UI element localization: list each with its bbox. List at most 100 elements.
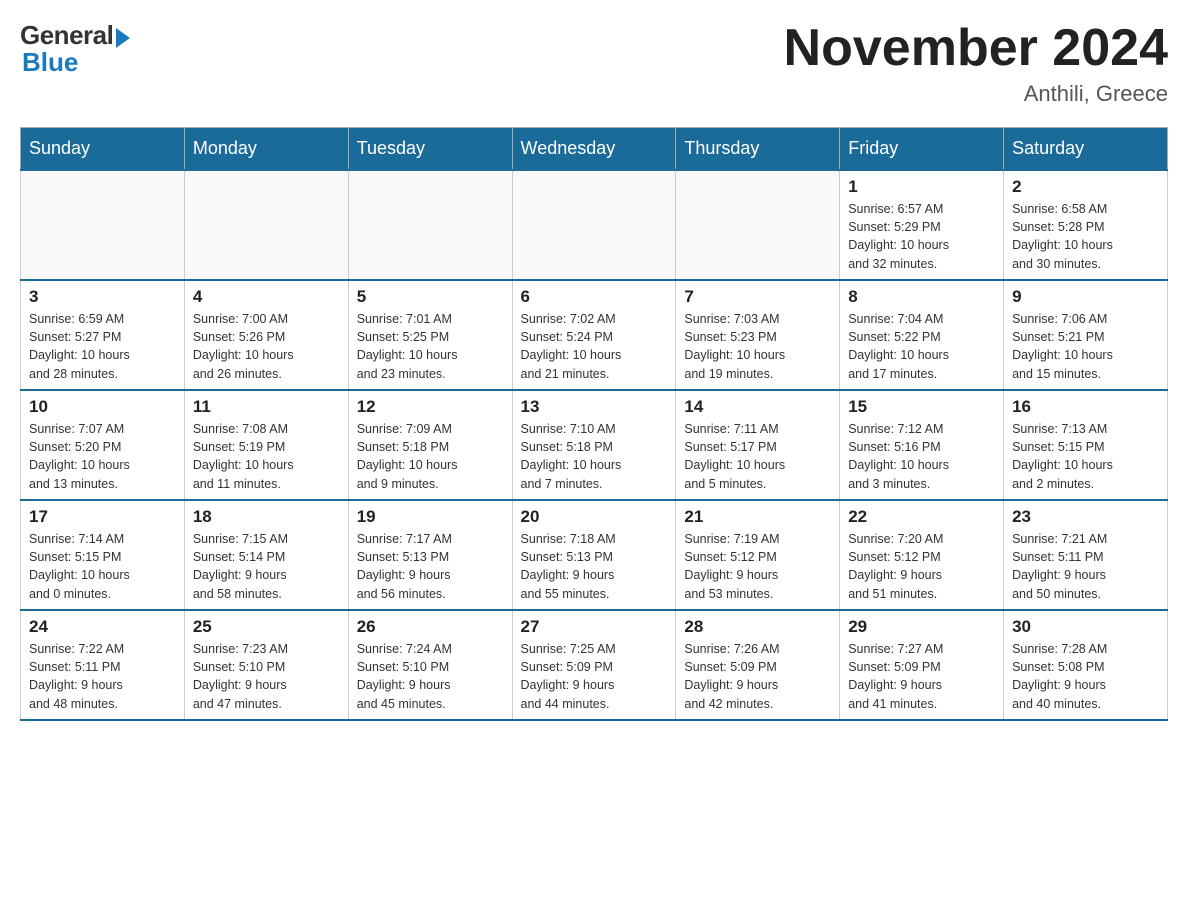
- calendar-cell: [676, 170, 840, 280]
- calendar-cell: 25 Sunrise: 7:23 AM Sunset: 5:10 PM Dayli…: [184, 610, 348, 720]
- day-number: 12: [357, 397, 504, 417]
- calendar-cell: 14 Sunrise: 7:11 AM Sunset: 5:17 PM Dayli…: [676, 390, 840, 500]
- day-number: 8: [848, 287, 995, 307]
- calendar-table: SundayMondayTuesdayWednesdayThursdayFrid…: [20, 127, 1168, 721]
- calendar-header-monday: Monday: [184, 128, 348, 171]
- day-info: Sunrise: 7:26 AM Sunset: 5:09 PM Dayligh…: [684, 640, 831, 713]
- calendar-header-wednesday: Wednesday: [512, 128, 676, 171]
- day-info: Sunrise: 7:23 AM Sunset: 5:10 PM Dayligh…: [193, 640, 340, 713]
- day-info: Sunrise: 7:13 AM Sunset: 5:15 PM Dayligh…: [1012, 420, 1159, 493]
- day-info: Sunrise: 7:08 AM Sunset: 5:19 PM Dayligh…: [193, 420, 340, 493]
- day-number: 20: [521, 507, 668, 527]
- calendar-header-thursday: Thursday: [676, 128, 840, 171]
- calendar-title: November 2024: [784, 20, 1168, 77]
- day-info: Sunrise: 7:03 AM Sunset: 5:23 PM Dayligh…: [684, 310, 831, 383]
- day-info: Sunrise: 6:58 AM Sunset: 5:28 PM Dayligh…: [1012, 200, 1159, 273]
- day-number: 13: [521, 397, 668, 417]
- calendar-cell: 20 Sunrise: 7:18 AM Sunset: 5:13 PM Dayli…: [512, 500, 676, 610]
- calendar-cell: 30Sunrise: 7:28 AM Sunset: 5:08 PM Dayli…: [1004, 610, 1168, 720]
- calendar-week-row-4: 17Sunrise: 7:14 AM Sunset: 5:15 PM Dayli…: [21, 500, 1168, 610]
- calendar-cell: 1 Sunrise: 6:57 AM Sunset: 5:29 PM Daylig…: [840, 170, 1004, 280]
- day-number: 5: [357, 287, 504, 307]
- calendar-cell: 17Sunrise: 7:14 AM Sunset: 5:15 PM Dayli…: [21, 500, 185, 610]
- day-info: Sunrise: 7:09 AM Sunset: 5:18 PM Dayligh…: [357, 420, 504, 493]
- day-info: Sunrise: 7:00 AM Sunset: 5:26 PM Dayligh…: [193, 310, 340, 383]
- logo-arrow-icon: [116, 28, 130, 48]
- day-info: Sunrise: 7:01 AM Sunset: 5:25 PM Dayligh…: [357, 310, 504, 383]
- day-number: 18: [193, 507, 340, 527]
- day-info: Sunrise: 7:06 AM Sunset: 5:21 PM Dayligh…: [1012, 310, 1159, 383]
- calendar-cell: 26Sunrise: 7:24 AM Sunset: 5:10 PM Dayli…: [348, 610, 512, 720]
- calendar-cell: 29 Sunrise: 7:27 AM Sunset: 5:09 PM Dayli…: [840, 610, 1004, 720]
- day-info: Sunrise: 7:20 AM Sunset: 5:12 PM Dayligh…: [848, 530, 995, 603]
- day-number: 15: [848, 397, 995, 417]
- day-info: Sunrise: 7:07 AM Sunset: 5:20 PM Dayligh…: [29, 420, 176, 493]
- calendar-cell: 13Sunrise: 7:10 AM Sunset: 5:18 PM Dayli…: [512, 390, 676, 500]
- day-number: 28: [684, 617, 831, 637]
- day-number: 9: [1012, 287, 1159, 307]
- day-number: 23: [1012, 507, 1159, 527]
- calendar-cell: 7 Sunrise: 7:03 AM Sunset: 5:23 PM Daylig…: [676, 280, 840, 390]
- day-number: 19: [357, 507, 504, 527]
- calendar-cell: 11 Sunrise: 7:08 AM Sunset: 5:19 PM Dayli…: [184, 390, 348, 500]
- day-number: 4: [193, 287, 340, 307]
- day-info: Sunrise: 7:28 AM Sunset: 5:08 PM Dayligh…: [1012, 640, 1159, 713]
- calendar-cell: 8 Sunrise: 7:04 AM Sunset: 5:22 PM Daylig…: [840, 280, 1004, 390]
- calendar-cell: [348, 170, 512, 280]
- day-number: 7: [684, 287, 831, 307]
- day-info: Sunrise: 6:57 AM Sunset: 5:29 PM Dayligh…: [848, 200, 995, 273]
- day-number: 2: [1012, 177, 1159, 197]
- calendar-cell: 6Sunrise: 7:02 AM Sunset: 5:24 PM Daylig…: [512, 280, 676, 390]
- calendar-header-saturday: Saturday: [1004, 128, 1168, 171]
- calendar-week-row-3: 10Sunrise: 7:07 AM Sunset: 5:20 PM Dayli…: [21, 390, 1168, 500]
- day-number: 22: [848, 507, 995, 527]
- calendar-header-friday: Friday: [840, 128, 1004, 171]
- day-info: Sunrise: 7:18 AM Sunset: 5:13 PM Dayligh…: [521, 530, 668, 603]
- header: General Blue November 2024 Anthili, Gree…: [20, 20, 1168, 107]
- day-info: Sunrise: 7:17 AM Sunset: 5:13 PM Dayligh…: [357, 530, 504, 603]
- day-number: 29: [848, 617, 995, 637]
- day-info: Sunrise: 7:04 AM Sunset: 5:22 PM Dayligh…: [848, 310, 995, 383]
- calendar-week-row-1: 1 Sunrise: 6:57 AM Sunset: 5:29 PM Daylig…: [21, 170, 1168, 280]
- calendar-cell: 22 Sunrise: 7:20 AM Sunset: 5:12 PM Dayli…: [840, 500, 1004, 610]
- day-number: 3: [29, 287, 176, 307]
- calendar-cell: 16 Sunrise: 7:13 AM Sunset: 5:15 PM Dayli…: [1004, 390, 1168, 500]
- day-number: 14: [684, 397, 831, 417]
- day-info: Sunrise: 7:12 AM Sunset: 5:16 PM Dayligh…: [848, 420, 995, 493]
- day-info: Sunrise: 7:15 AM Sunset: 5:14 PM Dayligh…: [193, 530, 340, 603]
- calendar-cell: 12 Sunrise: 7:09 AM Sunset: 5:18 PM Dayli…: [348, 390, 512, 500]
- day-number: 17: [29, 507, 176, 527]
- logo: General Blue: [20, 20, 130, 78]
- calendar-cell: 28 Sunrise: 7:26 AM Sunset: 5:09 PM Dayli…: [676, 610, 840, 720]
- calendar-header-row: SundayMondayTuesdayWednesdayThursdayFrid…: [21, 128, 1168, 171]
- calendar-cell: [21, 170, 185, 280]
- calendar-cell: [512, 170, 676, 280]
- day-number: 1: [848, 177, 995, 197]
- day-info: Sunrise: 7:02 AM Sunset: 5:24 PM Dayligh…: [521, 310, 668, 383]
- calendar-cell: 27 Sunrise: 7:25 AM Sunset: 5:09 PM Dayli…: [512, 610, 676, 720]
- calendar-week-row-5: 24Sunrise: 7:22 AM Sunset: 5:11 PM Dayli…: [21, 610, 1168, 720]
- day-number: 16: [1012, 397, 1159, 417]
- calendar-cell: 23 Sunrise: 7:21 AM Sunset: 5:11 PM Dayli…: [1004, 500, 1168, 610]
- day-number: 27: [521, 617, 668, 637]
- calendar-week-row-2: 3 Sunrise: 6:59 AM Sunset: 5:27 PM Daylig…: [21, 280, 1168, 390]
- calendar-cell: [184, 170, 348, 280]
- day-info: Sunrise: 6:59 AM Sunset: 5:27 PM Dayligh…: [29, 310, 176, 383]
- calendar-cell: 10Sunrise: 7:07 AM Sunset: 5:20 PM Dayli…: [21, 390, 185, 500]
- day-info: Sunrise: 7:22 AM Sunset: 5:11 PM Dayligh…: [29, 640, 176, 713]
- calendar-cell: 3 Sunrise: 6:59 AM Sunset: 5:27 PM Daylig…: [21, 280, 185, 390]
- calendar-cell: 24Sunrise: 7:22 AM Sunset: 5:11 PM Dayli…: [21, 610, 185, 720]
- calendar-cell: 2 Sunrise: 6:58 AM Sunset: 5:28 PM Daylig…: [1004, 170, 1168, 280]
- calendar-cell: 21Sunrise: 7:19 AM Sunset: 5:12 PM Dayli…: [676, 500, 840, 610]
- calendar-cell: 5 Sunrise: 7:01 AM Sunset: 5:25 PM Daylig…: [348, 280, 512, 390]
- calendar-cell: 15 Sunrise: 7:12 AM Sunset: 5:16 PM Dayli…: [840, 390, 1004, 500]
- calendar-header-tuesday: Tuesday: [348, 128, 512, 171]
- calendar-cell: 18 Sunrise: 7:15 AM Sunset: 5:14 PM Dayli…: [184, 500, 348, 610]
- calendar-cell: 19 Sunrise: 7:17 AM Sunset: 5:13 PM Dayli…: [348, 500, 512, 610]
- day-number: 11: [193, 397, 340, 417]
- day-info: Sunrise: 7:27 AM Sunset: 5:09 PM Dayligh…: [848, 640, 995, 713]
- day-info: Sunrise: 7:11 AM Sunset: 5:17 PM Dayligh…: [684, 420, 831, 493]
- day-number: 25: [193, 617, 340, 637]
- day-info: Sunrise: 7:25 AM Sunset: 5:09 PM Dayligh…: [521, 640, 668, 713]
- day-info: Sunrise: 7:21 AM Sunset: 5:11 PM Dayligh…: [1012, 530, 1159, 603]
